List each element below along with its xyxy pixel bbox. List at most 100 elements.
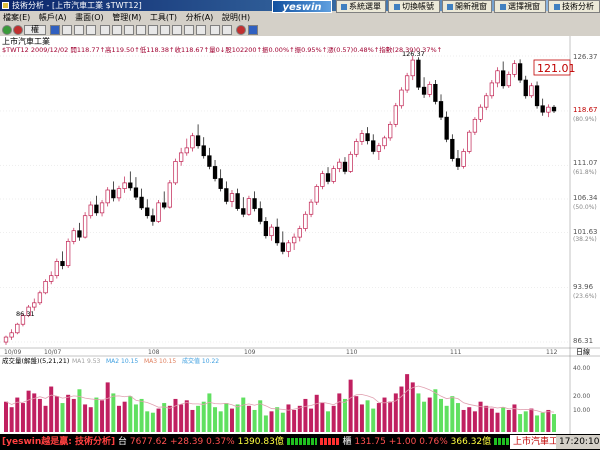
system-menu-button[interactable]: 系統選單 xyxy=(336,0,386,13)
candle xyxy=(427,83,432,95)
zoom-out-icon[interactable] xyxy=(222,25,232,35)
tai-value: 7677.62 xyxy=(129,437,168,447)
volume-bar xyxy=(196,405,201,432)
volume-bar xyxy=(218,411,223,432)
candle xyxy=(241,208,246,215)
candle xyxy=(371,140,376,152)
technical-analysis-button[interactable]: 技術分析 xyxy=(548,0,600,13)
volume-bar xyxy=(450,396,455,432)
volume-bar xyxy=(529,408,534,432)
menu-analysis[interactable]: 分析(A) xyxy=(183,13,217,22)
status-bar: [yeswin越是贏: 技術分析] 台 7677.62 +28.39 0.37%… xyxy=(0,434,600,450)
chart-area[interactable]: 上市汽車工業 $TWT12 2009/12/02 開118.77↑高119.50… xyxy=(0,36,600,434)
volume-bar xyxy=(9,407,14,432)
volume-bar xyxy=(292,409,297,432)
menu-manage[interactable]: 管理(M) xyxy=(109,13,144,22)
select-window-button[interactable]: 選擇視窗 xyxy=(494,0,546,13)
fib-tool-icon[interactable] xyxy=(148,25,158,35)
text-tool-icon[interactable] xyxy=(184,25,194,35)
volume-bar xyxy=(297,405,302,432)
daily-label[interactable]: 日線 xyxy=(576,347,590,356)
volume-bar xyxy=(472,411,477,432)
candle xyxy=(252,198,257,209)
volume-bar xyxy=(331,405,336,432)
candle xyxy=(173,161,178,184)
tai-volume: 1390.83億 xyxy=(237,437,284,447)
new-window-button[interactable]: 開新視窗 xyxy=(442,0,492,13)
menu-screen[interactable]: 畫面(O) xyxy=(72,13,107,22)
chart-icon xyxy=(554,3,560,10)
candle xyxy=(286,242,291,252)
axis-label-93: 93.96 xyxy=(573,283,594,291)
candle xyxy=(60,261,65,267)
trend-tool-icon[interactable] xyxy=(124,25,134,35)
month-label-2: 108 xyxy=(148,349,160,356)
menu-help[interactable]: 說明(H) xyxy=(219,13,253,22)
volume-ma3-label: MA3 10.15 xyxy=(144,358,176,365)
candle xyxy=(308,201,314,215)
delete-icon[interactable] xyxy=(236,25,246,35)
zoom-in-icon[interactable] xyxy=(210,25,220,35)
candle xyxy=(489,82,495,97)
arrow-tool-icon[interactable] xyxy=(196,25,206,35)
volume-bar xyxy=(252,409,257,432)
candle xyxy=(388,123,393,139)
candle xyxy=(382,137,387,147)
candle xyxy=(224,188,229,202)
candle xyxy=(111,189,116,199)
volume-bar xyxy=(467,407,472,432)
volume-ma1-label: MA1 9.53 xyxy=(72,358,101,365)
switch-account-button[interactable]: 切換帳號 xyxy=(388,0,440,13)
volume-bar xyxy=(179,404,184,432)
rights-combo[interactable]: 權 xyxy=(24,25,46,35)
volume-bar xyxy=(484,405,489,432)
volume-bar xyxy=(388,401,393,432)
rect-tool-icon[interactable] xyxy=(160,25,170,35)
cursor-icon[interactable] xyxy=(100,25,110,35)
volume-bar xyxy=(371,408,376,432)
line-tool-icon[interactable] xyxy=(112,25,122,35)
candle xyxy=(297,228,302,238)
save-icon[interactable] xyxy=(248,25,258,35)
candle xyxy=(258,208,263,222)
toolbar: 權 xyxy=(0,24,270,36)
window-tab[interactable]: 上市汽車工 xyxy=(510,435,562,449)
layout-icon[interactable] xyxy=(86,25,96,35)
volume-bar xyxy=(43,405,48,432)
menu-file[interactable]: 檔案(E) xyxy=(0,13,33,22)
tai-pct: 0.37% xyxy=(206,437,235,447)
volume-bar xyxy=(405,374,410,432)
pct-label-50: (50.0%) xyxy=(573,204,597,211)
candle xyxy=(15,323,20,334)
volume-bar xyxy=(94,397,99,432)
status-brand: [yeswin越是贏: 技術分析] xyxy=(2,437,116,447)
volume-bar xyxy=(4,401,8,432)
menu-account[interactable]: 帳戶(A) xyxy=(36,13,70,22)
volume-bar xyxy=(145,411,150,432)
circle-tool-icon[interactable] xyxy=(172,25,182,35)
chart-type-icon[interactable] xyxy=(50,25,60,35)
candle xyxy=(133,187,139,198)
back-icon[interactable] xyxy=(2,25,12,35)
window-icon xyxy=(447,3,453,10)
price-chart[interactable]: 上市汽車工業 $TWT12 2009/12/02 開118.77↑高119.50… xyxy=(0,36,600,434)
price-axis-labels: 126.37 118.67 111.07 106.34 101.63 93.96… xyxy=(573,53,598,345)
menu-tools[interactable]: 工具(T) xyxy=(147,13,180,22)
volume-bar xyxy=(213,407,218,432)
volume-bar xyxy=(139,398,144,432)
candle xyxy=(484,95,489,108)
volume-bar xyxy=(71,398,76,432)
grid-icon[interactable] xyxy=(62,25,72,35)
axis-label-126: 126.37 xyxy=(573,53,598,61)
candle xyxy=(77,230,82,238)
volume-bar xyxy=(229,408,234,432)
volume-bar xyxy=(66,394,71,432)
window-icon[interactable] xyxy=(74,25,84,35)
stop-icon[interactable] xyxy=(13,25,23,35)
volume-bar xyxy=(501,407,506,432)
volume-series xyxy=(4,374,556,432)
volume-bar xyxy=(20,403,25,432)
channel-tool-icon[interactable] xyxy=(136,25,146,35)
menu-icon xyxy=(341,3,347,10)
tai-red-bar-icon xyxy=(319,438,340,445)
